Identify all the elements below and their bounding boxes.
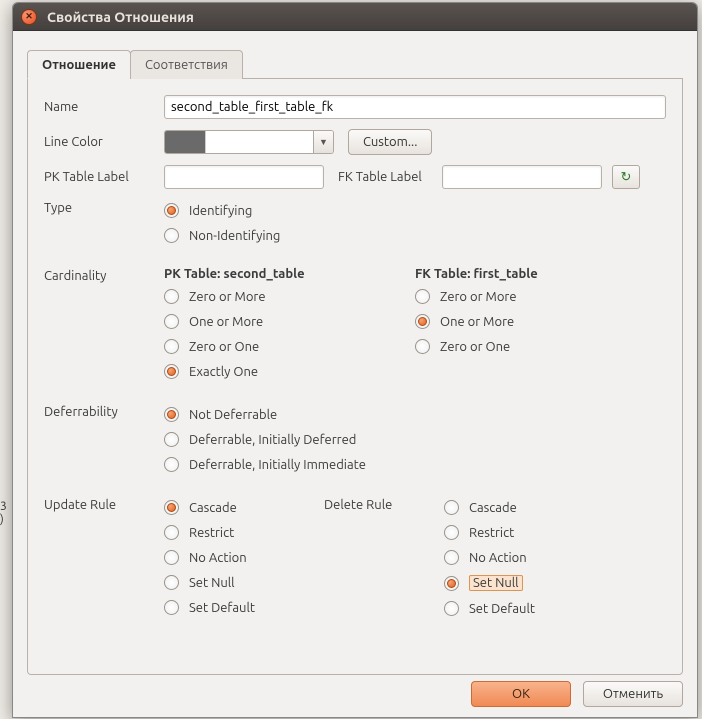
radio-dot-icon xyxy=(415,339,430,354)
label-line-color: Line Color xyxy=(44,135,164,149)
radio-dot-icon xyxy=(444,550,459,565)
chevron-down-icon[interactable]: ▼ xyxy=(313,131,333,153)
radio-label: Set Null xyxy=(189,576,235,590)
line-color-picker[interactable]: ▼ xyxy=(164,130,334,154)
radio-dot-icon xyxy=(164,314,179,329)
radio-label: Deferrable, Initially Immediate xyxy=(189,458,366,472)
tab-mappings[interactable]: Соответствия xyxy=(130,50,243,79)
radio-update-cascade[interactable]: Cascade xyxy=(164,500,324,515)
radio-delete-set-default[interactable]: Set Default xyxy=(444,601,666,616)
radio-label: Exactly One xyxy=(189,365,258,379)
radio-dot-icon xyxy=(164,600,179,615)
close-icon[interactable]: ✕ xyxy=(21,9,37,25)
dialog-body: Отношение Соответствия Name Line Color ▼… xyxy=(13,31,697,717)
radio-label: Zero or One xyxy=(440,340,510,354)
radio-delete-no-action[interactable]: No Action xyxy=(444,550,666,565)
tab-relationship[interactable]: Отношение xyxy=(27,50,131,79)
radio-dot-icon xyxy=(444,525,459,540)
radio-delete-set-null[interactable]: Set Null xyxy=(444,575,666,591)
dialog-footer: OK Отменить xyxy=(27,681,683,707)
radio-deferrable-deferred[interactable]: Deferrable, Initially Deferred xyxy=(164,432,666,447)
fk-table-label-input[interactable] xyxy=(442,165,602,189)
radio-label: Zero or More xyxy=(440,290,517,304)
radio-label: Non-Identifying xyxy=(189,229,280,243)
radio-update-restrict[interactable]: Restrict xyxy=(164,525,324,540)
radio-update-set-null[interactable]: Set Null xyxy=(164,575,324,590)
radio-label: Cascade xyxy=(189,501,237,515)
radio-label: Zero or One xyxy=(189,340,259,354)
radio-dot-icon xyxy=(415,289,430,304)
radio-label: Not Deferrable xyxy=(189,408,277,422)
radio-dot-icon xyxy=(164,525,179,540)
background-fragment: 3) xyxy=(0,500,7,526)
ok-button[interactable]: OK xyxy=(471,681,571,707)
radio-dot-icon xyxy=(164,289,179,304)
label-type: Type xyxy=(44,199,164,215)
label-name: Name xyxy=(44,100,164,114)
dialog-window: ✕ Свойства Отношения Отношение Соответст… xyxy=(12,2,698,718)
radio-label: One or More xyxy=(189,315,263,329)
radio-label: Cascade xyxy=(469,501,517,515)
radio-label: No Action xyxy=(469,551,527,565)
radio-label: No Action xyxy=(189,551,247,565)
radio-label: Restrict xyxy=(469,526,514,540)
radio-label: Restrict xyxy=(189,526,234,540)
label-update-rule: Update Rule xyxy=(44,496,164,512)
radio-pk-exactly-one[interactable]: Exactly One xyxy=(164,364,415,379)
color-swatch xyxy=(165,131,205,153)
radio-label: One or More xyxy=(440,315,514,329)
radio-fk-zero-or-one[interactable]: Zero or One xyxy=(415,339,666,354)
radio-dot-icon xyxy=(444,601,459,616)
radio-pk-one-or-more[interactable]: One or More xyxy=(164,314,415,329)
radio-dot-icon xyxy=(164,500,179,515)
radio-dot-icon xyxy=(415,314,430,329)
radio-pk-zero-or-one[interactable]: Zero or One xyxy=(164,339,415,354)
radio-label: Identifying xyxy=(189,204,252,218)
label-delete-rule: Delete Rule xyxy=(324,496,444,512)
radio-delete-cascade[interactable]: Cascade xyxy=(444,500,666,515)
pk-table-header: PK Table: second_table xyxy=(164,267,415,281)
radio-dot-icon xyxy=(444,576,459,591)
radio-dot-icon xyxy=(164,550,179,565)
radio-delete-restrict[interactable]: Restrict xyxy=(444,525,666,540)
radio-label: Deferrable, Initially Deferred xyxy=(189,433,356,447)
radio-fk-zero-or-more[interactable]: Zero or More xyxy=(415,289,666,304)
radio-update-no-action[interactable]: No Action xyxy=(164,550,324,565)
radio-deferrable-immediate[interactable]: Deferrable, Initially Immediate xyxy=(164,457,666,472)
radio-pk-zero-or-more[interactable]: Zero or More xyxy=(164,289,415,304)
radio-dot-icon xyxy=(164,203,179,218)
radio-dot-icon xyxy=(164,339,179,354)
refresh-icon[interactable]: ↻ xyxy=(612,165,640,189)
pk-table-label-input[interactable] xyxy=(164,165,324,189)
tab-panel-relationship: Name Line Color ▼ Custom... PK Table Lab… xyxy=(27,79,683,675)
cancel-button[interactable]: Отменить xyxy=(583,681,683,707)
label-deferrability: Deferrability xyxy=(44,403,164,419)
radio-type-identifying[interactable]: Identifying xyxy=(164,203,666,218)
radio-fk-one-or-more[interactable]: One or More xyxy=(415,314,666,329)
label-cardinality: Cardinality xyxy=(44,267,164,283)
radio-update-set-default[interactable]: Set Default xyxy=(164,600,324,615)
radio-dot-icon xyxy=(444,500,459,515)
name-input[interactable] xyxy=(164,95,666,119)
radio-not-deferrable[interactable]: Not Deferrable xyxy=(164,407,666,422)
window-title: Свойства Отношения xyxy=(47,9,194,25)
fk-table-header: FK Table: first_table xyxy=(415,267,666,281)
radio-type-non-identifying[interactable]: Non-Identifying xyxy=(164,228,666,243)
radio-dot-icon xyxy=(164,228,179,243)
radio-label: Set Null xyxy=(469,575,523,591)
label-fk-table-label: FK Table Label xyxy=(338,170,442,184)
radio-dot-icon xyxy=(164,575,179,590)
radio-dot-icon xyxy=(164,432,179,447)
radio-dot-icon xyxy=(164,364,179,379)
label-pk-table-label: PK Table Label xyxy=(44,170,164,184)
custom-color-button[interactable]: Custom... xyxy=(348,129,432,155)
radio-label: Set Default xyxy=(469,602,535,616)
titlebar: ✕ Свойства Отношения xyxy=(13,3,697,31)
tab-strip: Отношение Соответствия xyxy=(27,49,683,79)
radio-dot-icon xyxy=(164,407,179,422)
color-preview xyxy=(205,131,313,153)
radio-label: Zero or More xyxy=(189,290,266,304)
radio-dot-icon xyxy=(164,457,179,472)
radio-label: Set Default xyxy=(189,601,255,615)
